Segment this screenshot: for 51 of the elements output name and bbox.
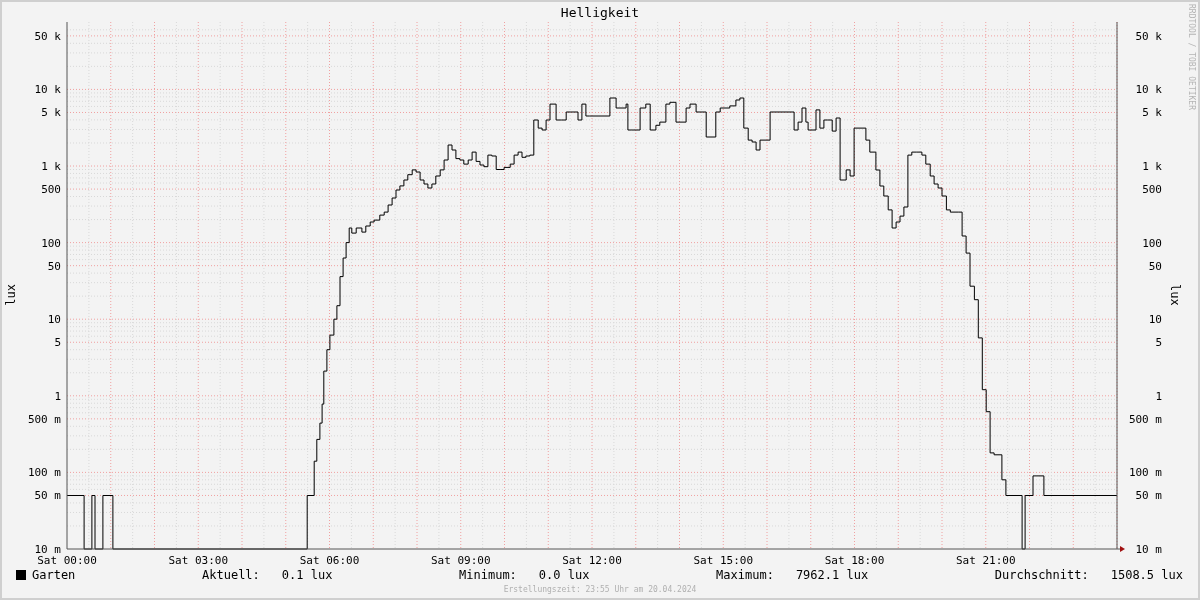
tool-credit-text: RRDTOOL / TOBI OETIKER — [1187, 4, 1196, 110]
y-tick-label: 50 k — [1135, 29, 1162, 43]
y-tick-label: 10 k — [1135, 83, 1162, 97]
y-tick-label: 1 k — [1142, 160, 1162, 173]
stat-value: 0.0 lux — [538, 568, 590, 582]
y-tick-label: 10 — [1148, 313, 1162, 327]
y-tick-label: 10 — [47, 313, 61, 327]
y-tick-label: 500 m — [1128, 412, 1162, 426]
x-tick-label: Sat 00:00 — [37, 554, 97, 567]
x-tick-label: Sat 03:00 — [168, 554, 229, 567]
chart-title: Helligkeit — [560, 4, 640, 20]
legend-swatch — [16, 570, 26, 580]
x-tick-label: Sat 18:00 — [824, 554, 885, 567]
x-tick-label: Sat 12:00 — [562, 554, 622, 567]
y-tick-label: 50 m — [1135, 489, 1162, 503]
y-tick-label: 50 m — [34, 489, 61, 503]
y-tick-label: 500 — [1142, 183, 1162, 197]
stat-label: Durchschnitt: — [994, 568, 1089, 582]
y-tick-label: 5 k — [1142, 106, 1162, 120]
x-tick-label: Sat 21:00 — [955, 554, 1016, 567]
legend-label: Garten — [32, 568, 76, 582]
y-tick-label: 5 — [54, 336, 61, 350]
creation-time-text: Erstellungszeit: 23:55 Uhr am 20.04.2024 — [503, 584, 697, 594]
y-tick-label: 500 m — [27, 412, 61, 426]
y-tick-label: 50 k — [34, 29, 61, 43]
x-tick-label: Sat 15:00 — [693, 554, 754, 567]
y-tick-label: 50 — [1148, 259, 1162, 273]
stat-value: 1508.5 lux — [1110, 568, 1183, 582]
x-tick-label: Sat 09:00 — [430, 554, 491, 567]
stat-label: Minimum: — [459, 568, 517, 582]
y-tick-label: 100 m — [1128, 466, 1162, 480]
stat-value: 0.1 lux — [281, 568, 333, 582]
y-tick-label: 5 — [1155, 336, 1162, 350]
stat-label: Aktuell: — [202, 568, 260, 582]
y-tick-label: 500 — [41, 183, 61, 197]
y-tick-label: 5 k — [41, 106, 61, 120]
y-tick-label: 1 k — [41, 160, 61, 173]
stat-value: 7962.1 lux — [795, 568, 869, 582]
y-tick-label: 10 m — [1135, 543, 1162, 556]
y-tick-label: 100 — [41, 236, 61, 250]
y-tick-label: 10 k — [34, 83, 61, 97]
y-tick-label: 1 — [1155, 389, 1162, 403]
y-tick-label: 100 — [1142, 236, 1162, 250]
y-tick-label: 10 m — [34, 543, 61, 556]
stat-label: Maximum: — [716, 568, 774, 582]
y-tick-label: 50 — [47, 259, 61, 273]
y-tick-label: 100 m — [27, 466, 61, 480]
x-tick-label: Sat 06:00 — [299, 554, 360, 567]
y-axis-label: lux — [4, 283, 18, 306]
y-tick-label: 1 — [54, 389, 61, 403]
y-axis-label: lux — [1168, 283, 1182, 306]
